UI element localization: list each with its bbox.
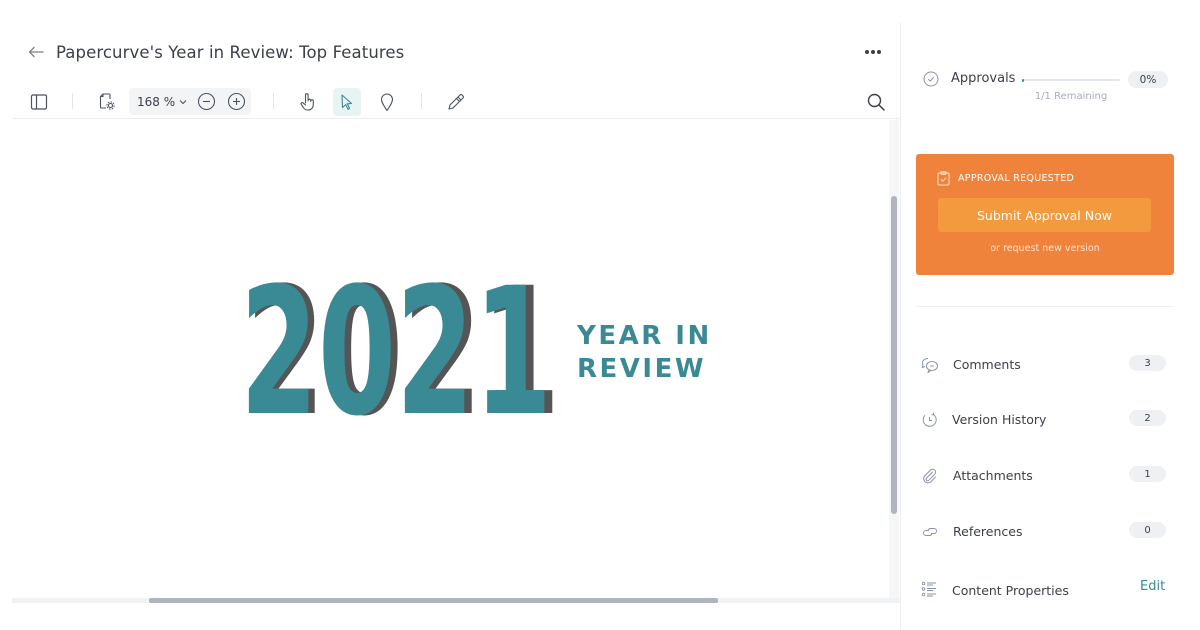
clipboard-check-icon — [937, 171, 950, 186]
submit-approval-button[interactable]: Submit Approval Now — [938, 198, 1151, 232]
more-horizontal-icon — [865, 50, 869, 54]
approvals-label: Approvals — [951, 71, 1016, 86]
zoom-out-button[interactable] — [197, 92, 216, 111]
year-in-review-logo: 2021 2021 YEAR IN REVIEW — [240, 275, 720, 420]
chevron-down-icon — [179, 99, 187, 104]
history-icon — [922, 412, 937, 427]
logo-year-graphic: 2021 2021 — [240, 275, 560, 420]
cursor-arrow-icon — [341, 94, 353, 110]
title-row: Papercurve's Year in Review: Top Feature… — [28, 40, 404, 64]
select-tool-button[interactable] — [333, 88, 361, 116]
sidebar-item-label: Content Properties — [952, 583, 1069, 598]
page-settings-button[interactable] — [96, 88, 118, 116]
sidebar-item-version-history[interactable]: Version History 2 — [921, 410, 1171, 430]
sidebar-item-content-properties[interactable]: Content Properties Edit — [921, 579, 1171, 599]
toolbar-divider — [273, 93, 274, 109]
approvals-percent-badge: 0% — [1128, 71, 1168, 88]
arrow-left-icon[interactable] — [28, 45, 46, 59]
edit-properties-link[interactable]: Edit — [1140, 579, 1165, 594]
tagline-line-2: REVIEW — [577, 354, 707, 384]
map-pin-icon — [380, 93, 394, 112]
comments-count-badge: 3 — [1129, 355, 1166, 371]
sidebar-item-label: References — [953, 524, 1023, 539]
pin-tool-button[interactable] — [376, 88, 398, 116]
dot — [877, 50, 881, 54]
sidebar-divider — [916, 306, 1174, 307]
version-count-badge: 2 — [1129, 410, 1166, 426]
page-gear-icon — [99, 93, 115, 110]
search-button[interactable] — [864, 88, 888, 116]
dot — [871, 50, 875, 54]
year-text: 2021 — [240, 275, 552, 420]
search-icon — [867, 93, 885, 111]
sidebar-item-label: Attachments — [953, 468, 1033, 483]
link-icon — [923, 527, 937, 537]
logo-tagline: YEAR IN REVIEW — [577, 320, 712, 386]
sidebar-item-attachments[interactable]: Attachments 1 — [921, 466, 1171, 486]
toolbar-divider — [421, 93, 422, 109]
approvals-status: Approvals 1/1 Remaining 0% — [923, 71, 1173, 111]
request-new-version-link[interactable]: or request new version — [916, 243, 1174, 254]
zoom-level-value: 168 % — [137, 94, 176, 109]
check-circle-icon — [923, 71, 939, 87]
zoom-level-dropdown[interactable]: 168 % — [137, 88, 187, 115]
document-viewer: Papercurve's Year in Review: Top Feature… — [0, 0, 900, 630]
review-sidebar: Approvals 1/1 Remaining 0% APPROVAL REQU… — [900, 23, 1200, 630]
approvals-progress-bar — [1022, 78, 1120, 82]
zoom-control: 168 % — [129, 88, 251, 115]
sidebar-item-references[interactable]: References 0 — [921, 522, 1171, 542]
list-icon — [921, 581, 936, 597]
comments-icon — [921, 357, 938, 373]
approval-card-title: APPROVAL REQUESTED — [958, 173, 1075, 184]
pan-tool-button[interactable] — [297, 88, 319, 116]
sidebar-toggle-button[interactable] — [28, 88, 50, 116]
sidebar-item-label: Version History — [952, 412, 1047, 427]
references-count-badge: 0 — [1129, 522, 1166, 538]
panel-left-icon — [30, 94, 48, 110]
approvals-remaining: 1/1 Remaining — [1034, 91, 1108, 102]
paperclip-icon — [923, 468, 937, 484]
zoom-in-button[interactable] — [227, 92, 246, 111]
tagline-line-1: YEAR IN — [577, 321, 712, 351]
hand-pointer-icon — [300, 93, 314, 111]
approval-card-header: APPROVAL REQUESTED — [937, 171, 1074, 186]
sidebar-item-label: Comments — [953, 357, 1021, 372]
toolbar-divider — [72, 93, 73, 109]
more-options-button[interactable] — [862, 44, 884, 60]
document-canvas[interactable]: 2021 2021 YEAR IN REVIEW — [12, 120, 900, 602]
draw-tool-button[interactable] — [445, 88, 467, 116]
attachments-count-badge: 1 — [1129, 466, 1166, 482]
approvals-progress-fill — [1022, 78, 1024, 82]
horizontal-scrollbar-thumb[interactable] — [149, 598, 718, 603]
document-title: Papercurve's Year in Review: Top Feature… — [56, 42, 405, 62]
approval-request-card: APPROVAL REQUESTED Submit Approval Now o… — [916, 154, 1174, 275]
vertical-scrollbar-thumb[interactable] — [891, 196, 897, 514]
sidebar-item-comments[interactable]: Comments 3 — [921, 355, 1171, 375]
viewer-toolbar: 168 % — [12, 86, 900, 119]
pencil-icon — [448, 94, 464, 110]
